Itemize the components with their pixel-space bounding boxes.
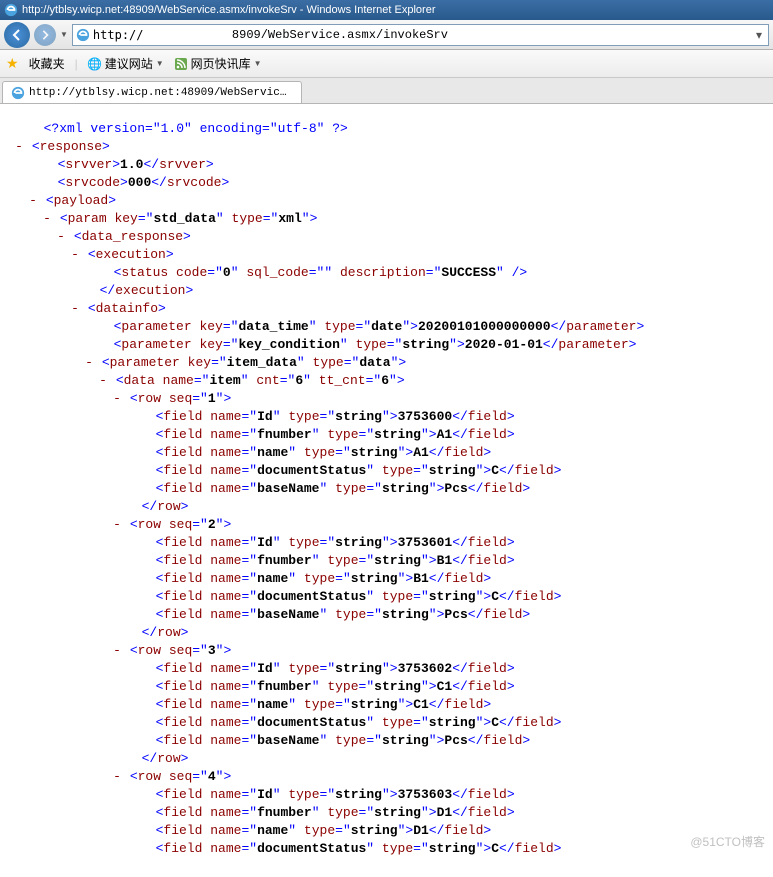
xml-line: <field name="name" type="string">D1</fie… — [140, 822, 765, 840]
xml-viewer: <?xml version="1.0" encoding="utf-8" ?>-… — [0, 104, 773, 857]
xml-line: - <row seq="2"> — [112, 516, 765, 534]
xml-line: - <row seq="4"> — [112, 768, 765, 786]
xml-line: <field name="documentStatus" type="strin… — [140, 462, 765, 480]
nav-bar: ▼ http:// ▾ — [0, 20, 773, 50]
collapse-toggle[interactable]: - — [70, 300, 80, 318]
url-prefix: http:// — [93, 28, 144, 42]
xml-line: - <parameter key="item_data" type="data"… — [84, 354, 765, 372]
xml-line: <field name="name" type="string">C1</fie… — [140, 696, 765, 714]
xml-line: <status code="0" sql_code="" description… — [98, 264, 765, 282]
nav-history-chevron-icon[interactable]: ▼ — [60, 30, 68, 39]
xml-line: <field name="Id" type="string">3753600</… — [140, 408, 765, 426]
tab-strip: http://ytblsy.wicp.net:48909/WebService.… — [0, 78, 773, 104]
ie-icon — [11, 86, 25, 100]
collapse-toggle[interactable]: - — [112, 516, 122, 534]
page-icon — [75, 27, 91, 43]
collapse-toggle[interactable]: - — [14, 138, 24, 156]
xml-line: <field name="documentStatus" type="strin… — [140, 840, 765, 857]
collapse-toggle[interactable]: - — [56, 228, 66, 246]
xml-line: </execution> — [84, 282, 765, 300]
xml-line: <field name="Id" type="string">3753602</… — [140, 660, 765, 678]
xml-line: - <param key="std_data" type="xml"> — [42, 210, 765, 228]
window-title: http://ytblsy.wicp.net:48909/WebService.… — [22, 4, 436, 16]
xml-line: </row> — [126, 624, 765, 642]
collapse-toggle[interactable]: - — [84, 354, 94, 372]
xml-line: - <datainfo> — [70, 300, 765, 318]
collapse-toggle[interactable]: - — [98, 372, 108, 390]
address-input[interactable] — [144, 27, 753, 43]
suggested-icon: 🌐 — [88, 57, 102, 71]
favorites-star-icon[interactable]: ★ — [6, 55, 19, 72]
xml-line: - <response> — [14, 138, 765, 156]
xml-line: - <data_response> — [56, 228, 765, 246]
xml-line: <field name="baseName" type="string">Pcs… — [140, 606, 765, 624]
xml-line: <parameter key="data_time" type="date">2… — [98, 318, 765, 336]
collapse-toggle[interactable]: - — [70, 246, 80, 264]
suggested-sites-link[interactable]: 🌐 建议网站 ▼ — [88, 55, 164, 72]
xml-line: <field name="documentStatus" type="strin… — [140, 588, 765, 606]
collapse-toggle[interactable]: - — [112, 768, 122, 786]
xml-line: <field name="fnumber" type="string">D1</… — [140, 804, 765, 822]
chevron-down-icon: ▼ — [156, 59, 164, 68]
collapse-toggle[interactable]: - — [42, 210, 52, 228]
xml-line: </row> — [126, 498, 765, 516]
xml-line: <field name="fnumber" type="string">C1</… — [140, 678, 765, 696]
xml-line: <field name="fnumber" type="string">B1</… — [140, 552, 765, 570]
xml-line: <field name="Id" type="string">3753603</… — [140, 786, 765, 804]
xml-line: <field name="documentStatus" type="strin… — [140, 714, 765, 732]
xml-line: - <row seq="3"> — [112, 642, 765, 660]
collapse-toggle[interactable]: - — [28, 192, 38, 210]
window-title-bar: http://ytblsy.wicp.net:48909/WebService.… — [0, 0, 773, 20]
chevron-down-icon: ▼ — [254, 59, 262, 68]
watermark: @51CTO博客 — [690, 833, 765, 851]
ie-icon — [4, 3, 18, 17]
address-bar[interactable]: http:// ▾ — [72, 24, 769, 46]
xml-line: <field name="baseName" type="string">Pcs… — [140, 480, 765, 498]
back-button[interactable] — [4, 22, 30, 48]
address-chevron-icon[interactable]: ▾ — [752, 28, 766, 42]
xml-line: <?xml version="1.0" encoding="utf-8" ?> — [28, 120, 765, 138]
favorites-bar: ★ 收藏夹 | 🌐 建议网站 ▼ 网页快讯库 ▼ — [0, 50, 773, 78]
xml-line: <srvcode>000</srvcode> — [42, 174, 765, 192]
xml-line: <field name="Id" type="string">3753601</… — [140, 534, 765, 552]
xml-line: - <data name="item" cnt="6" tt_cnt="6"> — [98, 372, 765, 390]
collapse-toggle[interactable]: - — [112, 642, 122, 660]
tab-label: http://ytblsy.wicp.net:48909/WebService.… — [29, 87, 293, 99]
xml-line: - <payload> — [28, 192, 765, 210]
xml-line: <field name="name" type="string">A1</fie… — [140, 444, 765, 462]
xml-line: <parameter key="key_condition" type="str… — [98, 336, 765, 354]
web-slice-link[interactable]: 网页快讯库 ▼ — [174, 55, 262, 72]
favorites-label[interactable]: 收藏夹 — [29, 55, 65, 72]
xml-line: <srvver>1.0</srvver> — [42, 156, 765, 174]
xml-line: - <execution> — [70, 246, 765, 264]
collapse-toggle[interactable]: - — [112, 390, 122, 408]
forward-button[interactable] — [34, 24, 56, 46]
tab-active[interactable]: http://ytblsy.wicp.net:48909/WebService.… — [2, 81, 302, 103]
xml-line: <field name="name" type="string">B1</fie… — [140, 570, 765, 588]
xml-line: <field name="baseName" type="string">Pcs… — [140, 732, 765, 750]
xml-line: <field name="fnumber" type="string">A1</… — [140, 426, 765, 444]
rss-icon — [174, 57, 188, 71]
xml-line: - <row seq="1"> — [112, 390, 765, 408]
xml-line: </row> — [126, 750, 765, 768]
